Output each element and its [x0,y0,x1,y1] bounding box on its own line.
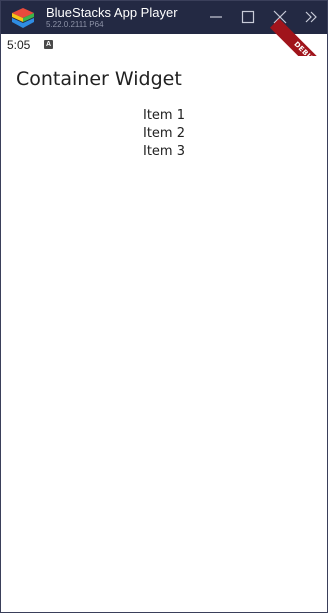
list-item: Item 3 [143,144,185,159]
status-time: 5:05 [7,38,31,52]
android-status-bar: 5:05 A [1,34,327,56]
list-item: Item 2 [143,126,185,141]
window-title: BlueStacks App Player [46,5,178,20]
item-list: Item 1 Item 2 Item 3 [1,107,327,161]
page-title: Container Widget [16,68,182,90]
app-screen: Container Widget Item 1 Item 2 Item 3 [1,56,327,612]
notification-a-icon: A [44,40,53,49]
minimize-icon[interactable] [208,9,224,25]
window-version: 5.22.0.2111 P64 [46,20,104,29]
bluestacks-logo-icon [12,8,34,28]
list-item: Item 1 [143,108,185,123]
bluestacks-window: BlueStacks App Player 5.22.0.2111 P64 5:… [0,0,328,613]
maximize-icon[interactable] [240,9,256,25]
double-chevron-right-icon[interactable] [303,9,319,25]
